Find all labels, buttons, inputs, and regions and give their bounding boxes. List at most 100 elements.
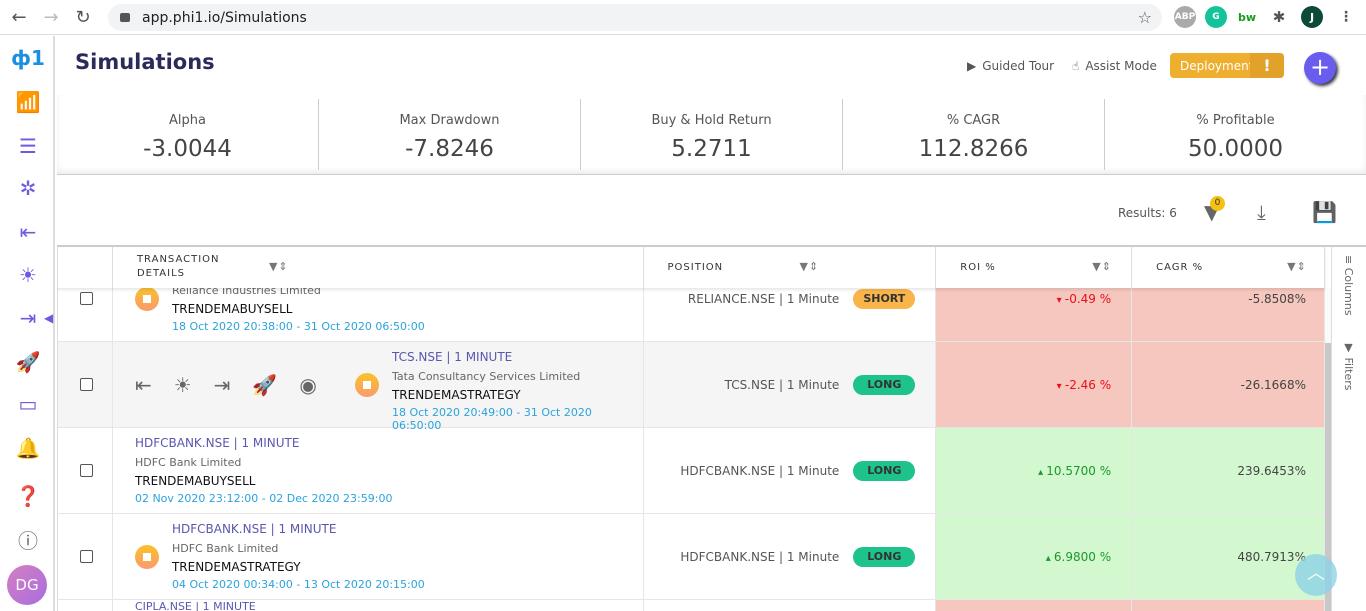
address-bar[interactable]: app.phi1.io/Simulations ☆ — [108, 4, 1162, 31]
bw-extension-icon[interactable]: bw — [1236, 6, 1258, 28]
cagr-cell: -26.1668% — [1132, 342, 1325, 427]
row-checkbox[interactable] — [80, 464, 93, 477]
column-position[interactable]: POSITION ▼⇕ — [644, 247, 937, 288]
instrument-link[interactable]: CIPLA.NSE | 1 MINUTE — [135, 601, 256, 611]
guided-tour-label: Guided Tour — [982, 59, 1055, 73]
strategy-icon[interactable]: ✲ — [14, 174, 42, 202]
page-title: Simulations — [75, 50, 215, 74]
stat-label: % CAGR — [946, 113, 1001, 128]
entry-icon[interactable]: ⇤ — [14, 218, 42, 246]
position-side-badge: SHORT — [853, 289, 916, 309]
instrument-link[interactable]: TCS.NSE | 1 MINUTE — [392, 350, 643, 370]
position-cell: TCS.NSE | 1 Minute LONG — [644, 342, 937, 427]
columns-panel-tab[interactable]: ≡ Columns — [1342, 255, 1355, 316]
row-actions: ⇤ ☀ ⇥ 🚀 ◉ — [135, 373, 317, 397]
extensions-puzzle-icon[interactable]: ✱ — [1268, 6, 1290, 28]
column-transaction-details[interactable]: TRANSACTION DETAILS ▼⇕ — [113, 247, 644, 288]
deploy-rocket-icon[interactable]: 🚀 — [252, 373, 277, 397]
adblock-icon[interactable]: ABP — [1174, 6, 1196, 28]
entry-icon[interactable]: ⇤ — [135, 373, 152, 397]
roi-value: ▴ 10.5700 % — [1038, 464, 1111, 478]
deployment-button[interactable]: Deployment! — [1170, 53, 1284, 78]
strategy-name: TRENDEMASTRATEGY — [391, 388, 521, 402]
simulations-table: TRANSACTION DETAILS ▼⇕ POSITION ▼⇕ ROI % ▼⇕ … — [57, 245, 1366, 611]
filters-panel-tab[interactable]: ▼ Filters — [1342, 341, 1355, 390]
view-eye-icon[interactable]: ◉ — [299, 373, 316, 397]
column-filter-sort-icon[interactable]: ▼⇕ — [1092, 260, 1112, 273]
roi-cell: ▴ 10.5700 % — [936, 428, 1133, 513]
grammarly-icon[interactable]: G — [1205, 6, 1227, 28]
position-cell: HDFCBANK.NSE | 1 Minute LONG — [644, 514, 937, 599]
idea-icon[interactable]: ☀ — [14, 261, 42, 289]
column-filter-sort-icon[interactable]: ▼⇕ — [800, 260, 820, 273]
date-range: 02 Nov 2020 23:12:00 - 02 Dec 2020 23:59… — [134, 492, 393, 505]
column-filter-sort-icon[interactable]: ▼⇕ — [269, 260, 289, 273]
table-row[interactable]: HDFCBANK.NSE | 1 MINUTE HDFC Bank Limited… — [58, 514, 1325, 600]
assist-mode-link[interactable]: ☝ Assist Mode — [1072, 59, 1157, 73]
instrument-link[interactable]: HDFCBANK.NSE | 1 MINUTE — [172, 522, 425, 542]
roi-text: -2.46 % — [1064, 378, 1112, 392]
details-cell: HDFCBANK.NSE | 1 MINUTE HDFC Bank Limited… — [113, 428, 644, 513]
roi-cell: ▾ -2.46 % — [936, 342, 1133, 427]
menu-kebab-icon[interactable]: ⋮ — [1335, 6, 1357, 28]
transaction-details: CIPLA.NSE | 1 MINUTE — [135, 601, 256, 611]
row-checkbox[interactable] — [80, 378, 93, 391]
watchlist-icon[interactable]: ☰ — [14, 132, 42, 160]
strategy-name: TRENDEMABUYSELL — [134, 474, 256, 488]
column-cagr[interactable]: CAGR % ▼⇕ — [1132, 247, 1325, 288]
table-row[interactable]: HDFCBANK.NSE | 1 MINUTE HDFC Bank Limited… — [58, 428, 1325, 514]
table-row[interactable]: ⇤ ☀ ⇥ 🚀 ◉ TCS.NSE | 1 MINUTE Tata Consultancy … — [58, 342, 1325, 432]
instrument-link[interactable]: HDFCBANK.NSE | 1 MINUTE — [135, 436, 393, 456]
status-stop-icon[interactable] — [134, 287, 159, 311]
cagr-value: 239.6453% — [1237, 464, 1306, 478]
position-cell — [644, 600, 937, 611]
row-checkbox[interactable] — [80, 292, 93, 305]
download-icon[interactable]: ⤓ — [1257, 200, 1266, 224]
cagr-cell — [1132, 600, 1325, 611]
status-stop-icon[interactable] — [134, 545, 159, 569]
row-checkbox[interactable] — [80, 550, 93, 563]
strategy-name: TRENDEMASTRATEGY — [171, 560, 301, 574]
columns-label: Columns — [1342, 267, 1355, 316]
date-range: 04 Oct 2020 00:34:00 - 13 Oct 2020 20:15… — [171, 578, 425, 591]
stat-value: -7.8246 — [405, 136, 494, 162]
save-icon[interactable]: 💾 — [1312, 200, 1337, 224]
table-row[interactable]: CIPLA.NSE | 1 MINUTE — [58, 600, 1325, 611]
stats-bar: Alpha -3.0044 Max Drawdown -7.8246 Buy & Hol… — [57, 95, 1366, 175]
scroll-to-top-button[interactable]: ︿ — [1295, 554, 1337, 596]
transaction-details: HDFCBANK.NSE | 1 MINUTE HDFC Bank Limited… — [135, 436, 393, 505]
position-side-badge: LONG — [853, 375, 916, 395]
status-stop-icon[interactable] — [354, 373, 379, 397]
logo-icon[interactable]: ф1 — [11, 44, 45, 72]
analytics-icon[interactable]: 📶 — [14, 88, 42, 116]
table-body[interactable]: Reliance Industries Limited TRENDEMABUYSE… — [57, 256, 1325, 611]
lock-icon — [120, 13, 130, 22]
forward-icon[interactable]: → — [38, 7, 64, 28]
roi-text: 6.9800 % — [1053, 550, 1112, 564]
monitor-icon[interactable]: ▭ — [14, 390, 42, 418]
column-roi[interactable]: ROI % ▼⇕ — [936, 247, 1133, 288]
back-icon[interactable]: ← — [6, 7, 32, 28]
cagr-cell: 480.7913% — [1132, 514, 1325, 599]
youtube-icon: ▶ — [967, 59, 977, 73]
rocket-icon[interactable]: 🚀 — [14, 348, 42, 376]
roi-text: 10.5700 % — [1046, 464, 1112, 478]
bookmark-star-icon[interactable]: ☆ — [1138, 8, 1152, 27]
guided-tour-link[interactable]: ▶ Guided Tour — [967, 59, 1054, 73]
add-simulation-button[interactable]: + — [1304, 52, 1336, 84]
deployment-label: Deployment — [1180, 58, 1254, 73]
alert-icon: ! — [1250, 53, 1284, 78]
stat-label: Max Drawdown — [399, 113, 500, 128]
info-icon[interactable]: ⓘ — [14, 525, 42, 553]
exit-icon[interactable]: ⇥ — [214, 373, 231, 397]
user-avatar[interactable]: DG — [7, 565, 47, 605]
help-icon[interactable]: ❓ — [14, 482, 42, 510]
column-filter-sort-icon[interactable]: ▼⇕ — [1287, 260, 1307, 273]
cagr-value: 480.7913% — [1237, 550, 1306, 564]
stat-alpha: Alpha -3.0044 — [57, 99, 319, 170]
idea-icon[interactable]: ☀ — [174, 373, 192, 397]
profile-avatar[interactable]: J — [1301, 6, 1323, 28]
reload-icon[interactable]: ↻ — [70, 7, 96, 28]
exit-icon[interactable]: ⇥ — [14, 304, 42, 332]
bell-icon[interactable]: 🔔 — [14, 434, 42, 462]
